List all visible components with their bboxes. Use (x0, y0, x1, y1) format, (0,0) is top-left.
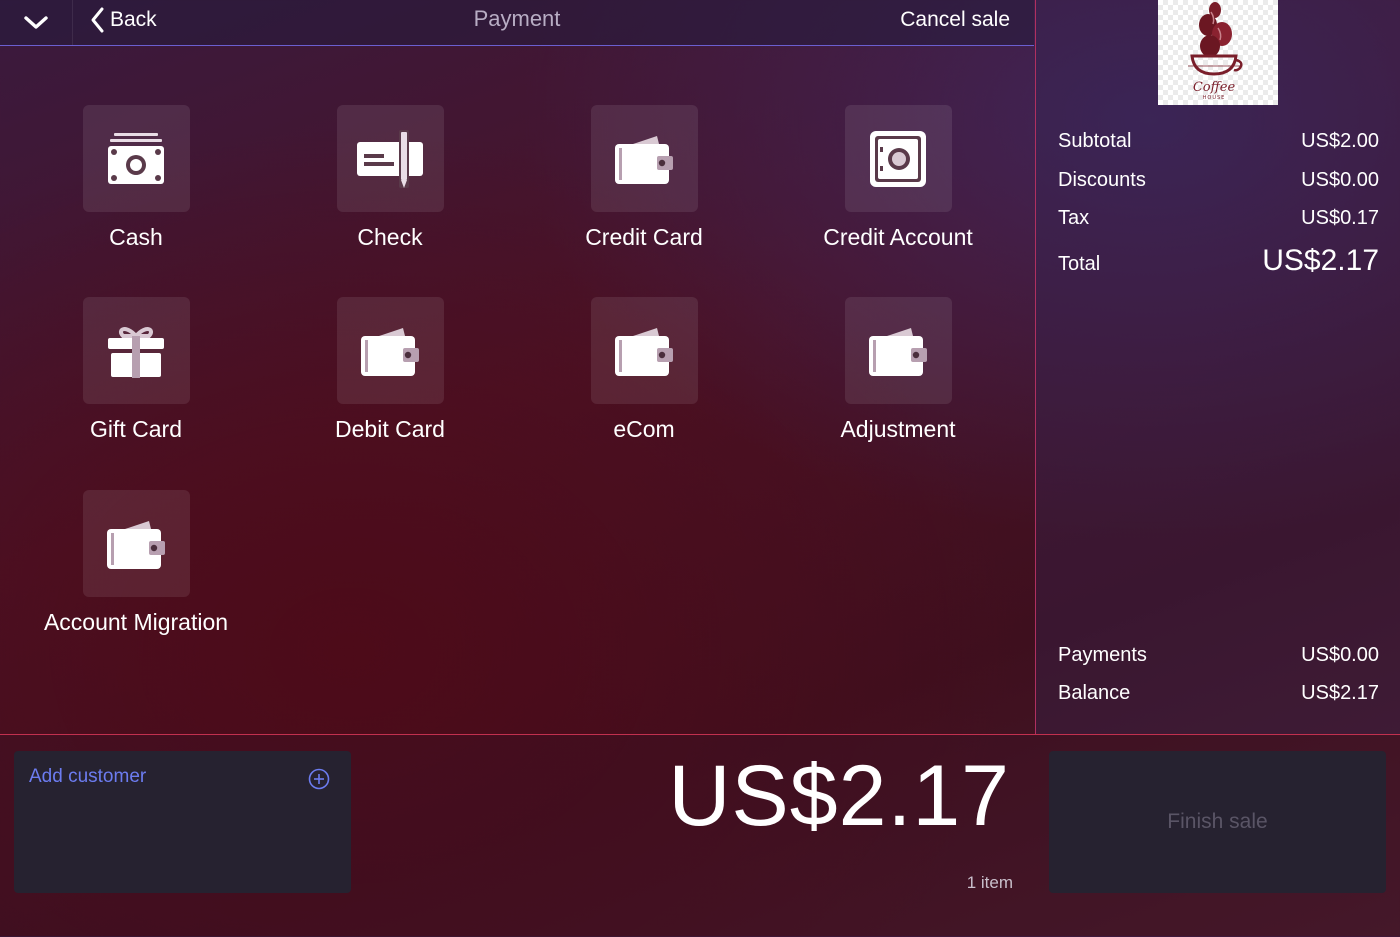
payment-method-label: Check (357, 224, 423, 250)
subtotal-label: Subtotal (1058, 130, 1132, 152)
add-circle-icon[interactable] (308, 768, 330, 790)
wallet-icon (361, 327, 419, 376)
payments-value: US$0.00 (1301, 644, 1379, 666)
subtotal-value: US$2.00 (1301, 130, 1379, 152)
payment-method-credit-card[interactable]: Credit Card (517, 105, 771, 251)
back-button[interactable]: Back (90, 0, 157, 40)
balance-value: US$2.17 (1301, 682, 1379, 704)
payment-method-ecom[interactable]: eCom (517, 297, 771, 443)
wallet-icon (869, 327, 927, 376)
payment-method-debit-card[interactable]: Debit Card (263, 297, 517, 443)
add-customer-label: Add customer (29, 766, 147, 787)
total-value: US$2.17 (1262, 244, 1379, 277)
safe-icon (870, 130, 926, 187)
check-icon (357, 129, 423, 188)
gift-icon (108, 326, 164, 378)
tile-icon-frame (82, 490, 190, 597)
tile-icon-frame (82, 297, 190, 404)
chevron-left-icon (91, 7, 104, 33)
payment-method-label: Credit Card (585, 224, 703, 250)
tax-label: Tax (1058, 207, 1090, 229)
discounts-label: Discounts (1058, 169, 1146, 191)
sale-summary-panel: Coffee HOUSE Subtotal US$2.00 Discounts … (1035, 0, 1400, 734)
tile-icon-frame (844, 297, 952, 404)
top-bar: Back Payment Cancel sale (0, 0, 1034, 46)
payments-label: Payments (1058, 644, 1147, 666)
tax-row: Tax US$0.17 (1058, 207, 1379, 230)
payment-method-check[interactable]: Check (263, 105, 517, 251)
payment-method-credit-account[interactable]: Credit Account (771, 105, 1025, 251)
payment-method-label: Account Migration (43, 609, 229, 635)
discounts-value: US$0.00 (1301, 169, 1379, 191)
tile-icon-frame (844, 105, 952, 212)
payment-method-label: Gift Card (89, 416, 183, 442)
add-customer-panel[interactable]: Add customer (14, 751, 351, 893)
wallet-icon (615, 135, 673, 184)
payment-method-label: Debit Card (335, 416, 445, 442)
logo-text: Coffee (1193, 80, 1236, 95)
payment-method-adjustment[interactable]: Adjustment (771, 297, 1025, 443)
total-label: Total (1058, 253, 1101, 275)
cancel-sale-button[interactable]: Cancel sale (900, 8, 1010, 32)
discounts-row: Discounts US$0.00 (1058, 169, 1379, 192)
logo-subtext: HOUSE (1203, 95, 1226, 101)
payment-method-label: Credit Account (823, 224, 973, 250)
bottom-bar: Add customer US$2.17 1 item Finish sale (0, 734, 1400, 937)
wallet-icon (107, 520, 165, 569)
back-label: Back (110, 8, 157, 31)
tile-icon-frame (336, 105, 444, 212)
payment-method-account-migration[interactable]: Account Migration (9, 490, 263, 636)
coffee-cup-logo-icon: Coffee HOUSE (1188, 2, 1243, 101)
payment-method-label: eCom (613, 416, 675, 442)
payment-method-label: Cash (109, 224, 163, 250)
wallet-icon (615, 327, 673, 376)
tile-icon-frame (590, 105, 698, 212)
store-logo: Coffee HOUSE (1158, 0, 1278, 105)
tax-value: US$0.17 (1301, 207, 1379, 229)
cash-icon (108, 132, 164, 184)
balance-row: Balance US$2.17 (1058, 682, 1379, 705)
payments-row: Payments US$0.00 (1058, 644, 1379, 667)
total-row: Total US$2.17 (1058, 244, 1379, 278)
item-count: 1 item (966, 873, 1013, 892)
payment-method-gift-card[interactable]: Gift Card (9, 297, 263, 443)
finish-sale-button[interactable]: Finish sale (1049, 751, 1386, 893)
tile-icon-frame (336, 297, 444, 404)
payment-method-label: Adjustment (840, 416, 956, 442)
tile-icon-frame (82, 105, 190, 212)
collapse-button[interactable] (0, 0, 73, 45)
subtotal-row: Subtotal US$2.00 (1058, 130, 1379, 153)
amount-due: US$2.17 (668, 748, 1010, 844)
chevron-down-icon (24, 15, 48, 29)
tile-icon-frame (590, 297, 698, 404)
balance-label: Balance (1058, 682, 1131, 704)
payment-method-cash[interactable]: Cash (9, 105, 263, 251)
